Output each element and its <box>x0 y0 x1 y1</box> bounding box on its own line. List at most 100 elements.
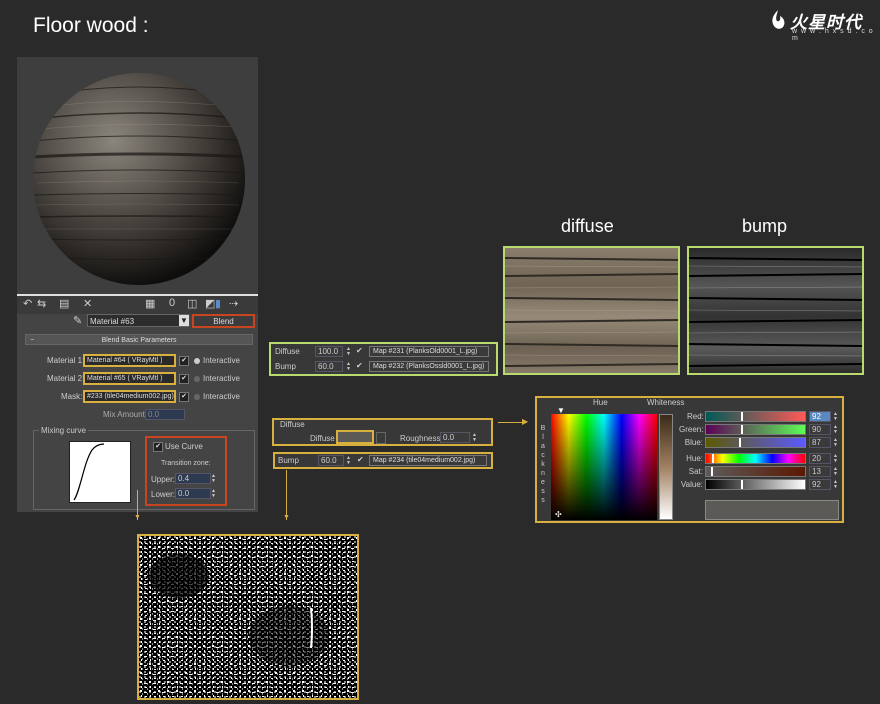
whiteness-slider[interactable] <box>659 414 673 520</box>
red-label: Red: <box>687 412 704 421</box>
spinner-arrows-icon[interactable]: ▲ ▼ <box>833 480 838 490</box>
rollout-title: Blend Basic Parameters <box>101 337 177 344</box>
diffuse-amount-spinner[interactable]: 100.0 <box>315 346 343 357</box>
roughness-spinner[interactable]: 0.0 <box>440 432 470 443</box>
assign-material-icon[interactable]: ▤ <box>59 297 69 310</box>
eyedropper-icon[interactable]: ✎ <box>73 314 82 327</box>
diffuse-label: Diffuse <box>310 434 335 443</box>
spinner-arrows-icon[interactable]: ▲ ▼ <box>833 412 838 422</box>
page-title: Floor wood : <box>33 14 149 37</box>
spinner-arrows-icon[interactable]: ▲ ▼ <box>833 467 838 477</box>
mask-interactive-radio[interactable] <box>194 394 200 400</box>
upper-spinner[interactable]: 0.4 <box>175 473 211 484</box>
go-to-parent-icon[interactable]: ▮ <box>215 297 221 310</box>
arrow-right-icon: ▶ <box>522 417 529 426</box>
spinner-arrows-icon[interactable]: ▲ ▼ <box>472 433 477 443</box>
delete-icon[interactable]: ✕ <box>83 297 92 310</box>
sat-slider[interactable] <box>705 466 806 477</box>
mix-amount-spinner[interactable]: 0.0 <box>145 409 185 420</box>
blue-label: Blue: <box>684 438 703 447</box>
diffuse-color-swatch[interactable] <box>336 430 374 444</box>
blend-rollout-header[interactable]: − Blend Basic Parameters <box>25 334 253 345</box>
use-curve-checkbox[interactable]: ✔ <box>153 442 163 452</box>
mask-slot-button[interactable]: #233 (tile04medium002.jpg) <box>83 390 176 403</box>
value-spinner[interactable]: 92 <box>809 479 831 490</box>
diffuse-caption: diffuse <box>561 216 614 236</box>
lower-label: Lower: <box>151 490 176 499</box>
bump-checkbox[interactable]: ✔ <box>357 455 364 464</box>
whiteness-header-label: Whiteness <box>647 398 685 407</box>
material2-interactive-radio[interactable] <box>194 376 200 382</box>
connector-line <box>286 470 287 520</box>
plank-lines <box>689 257 862 367</box>
bump-amount-spinner[interactable]: 60.0 <box>315 361 343 372</box>
blue-spinner[interactable]: 87 <box>809 437 831 448</box>
spinner-arrows-icon[interactable]: ▲ ▼ <box>346 347 351 357</box>
mask-checkbox[interactable]: ✔ <box>179 392 189 402</box>
hue-slider[interactable] <box>705 453 806 464</box>
curve-plot <box>73 443 105 501</box>
material2-checkbox[interactable]: ✔ <box>179 374 189 384</box>
show-end-icon[interactable]: ◩ <box>205 297 215 310</box>
value-slider[interactable] <box>705 479 806 490</box>
bump-map-label: Bump <box>275 362 296 371</box>
plank-lines <box>505 257 678 367</box>
color-crosshair-icon[interactable]: ✣ <box>555 510 562 519</box>
get-material-icon[interactable]: ↶ <box>23 297 32 310</box>
red-slider[interactable] <box>705 411 806 422</box>
material-type-button[interactable]: Blend <box>192 314 255 328</box>
interactive-label: Interactive <box>203 356 240 365</box>
spinner-arrows-icon[interactable]: ▲ ▼ <box>833 425 838 435</box>
roughness-label: Roughness <box>400 434 441 443</box>
material-editor-panel: ↶ ⇆ ▤ ✕ ▦ 0 ◫ ◩ ▮ ⇢ ✎ Material #63 ▼ Ble… <box>17 294 258 512</box>
hue-header-label: Hue <box>593 398 608 407</box>
sat-spinner[interactable]: 13 <box>809 466 831 477</box>
editor-toolbar: ↶ ⇆ ▤ ✕ ▦ 0 ◫ ◩ ▮ ⇢ <box>17 294 258 314</box>
collapse-icon[interactable]: − <box>30 335 34 346</box>
spinner-arrows-icon[interactable]: ▲ ▼ <box>346 362 351 372</box>
red-spinner[interactable]: 92 <box>809 411 831 422</box>
lower-spinner[interactable]: 0.0 <box>175 488 211 499</box>
bump-map-checkbox[interactable]: ✔ <box>356 361 363 370</box>
blue-slider[interactable] <box>705 437 806 448</box>
material1-checkbox[interactable]: ✔ <box>179 356 189 366</box>
material2-slot-button[interactable]: Material #65 ( VRayMtl ) <box>83 372 176 385</box>
material1-slot-button[interactable]: Material #64 ( VRayMtl ) <box>83 354 176 367</box>
wood-sphere-render <box>33 73 245 285</box>
bump-label: Bump <box>278 456 299 465</box>
mask-label: Mask: <box>61 392 83 401</box>
diffuse-texture-thumbnail <box>503 246 680 375</box>
spinner-arrows-icon[interactable]: ▲ ▼ <box>211 489 216 499</box>
material-name-field[interactable]: Material #63 <box>87 314 189 327</box>
green-slider[interactable] <box>705 424 806 435</box>
blackness-label: B l a c k n e s s <box>540 425 546 504</box>
put-material-icon[interactable]: ⇆ <box>37 297 46 310</box>
chevron-down-icon[interactable]: ▼ <box>179 315 189 326</box>
diffuse-map-small-button[interactable] <box>376 432 386 444</box>
spinner-arrows-icon[interactable]: ▲ ▼ <box>211 474 216 484</box>
sat-label: Sat: <box>688 467 703 476</box>
bump-amount-spinner[interactable]: 60.0 <box>318 455 344 466</box>
mix-amount-label: Mix Amount: <box>103 410 148 419</box>
bump-map-button[interactable]: Map #234 (tile04medium002.jpg) <box>369 455 487 466</box>
make-unique-icon[interactable]: ▦ <box>145 297 155 310</box>
value-label: Value: <box>680 480 703 489</box>
spinner-arrows-icon[interactable]: ▲ ▼ <box>833 438 838 448</box>
material-id-icon[interactable]: 0 <box>169 297 175 309</box>
green-spinner[interactable]: 90 <box>809 424 831 435</box>
bump-map-button[interactable]: Map #232 (PlanksOssld0001_L.jpg) <box>369 361 489 372</box>
mixing-curve-graph <box>69 441 131 503</box>
mask-texture-thumbnail <box>137 534 359 700</box>
diffuse-map-label: Diffuse <box>275 347 300 356</box>
hue-spinner[interactable]: 20 <box>809 453 831 464</box>
diffuse-map-checkbox[interactable]: ✔ <box>356 346 363 355</box>
hue-blackness-field[interactable] <box>551 414 657 520</box>
material1-interactive-radio[interactable] <box>194 358 200 364</box>
diffuse-map-button[interactable]: Map #231 (PlanksOld0001_L.jpg) <box>369 346 489 357</box>
go-forward-icon[interactable]: ⇢ <box>229 297 238 310</box>
spinner-arrows-icon[interactable]: ▲ ▼ <box>833 454 838 464</box>
spinner-arrows-icon[interactable]: ▲ ▼ <box>346 456 351 466</box>
diffuse-panel: Diffuse Diffuse Roughness 0.0 ▲ ▼ <box>272 418 493 446</box>
color-picker-dialog: Hue Whiteness ▼ B l a c k n e s s ✣ Red:… <box>535 396 844 523</box>
show-map-icon[interactable]: ◫ <box>187 297 197 310</box>
